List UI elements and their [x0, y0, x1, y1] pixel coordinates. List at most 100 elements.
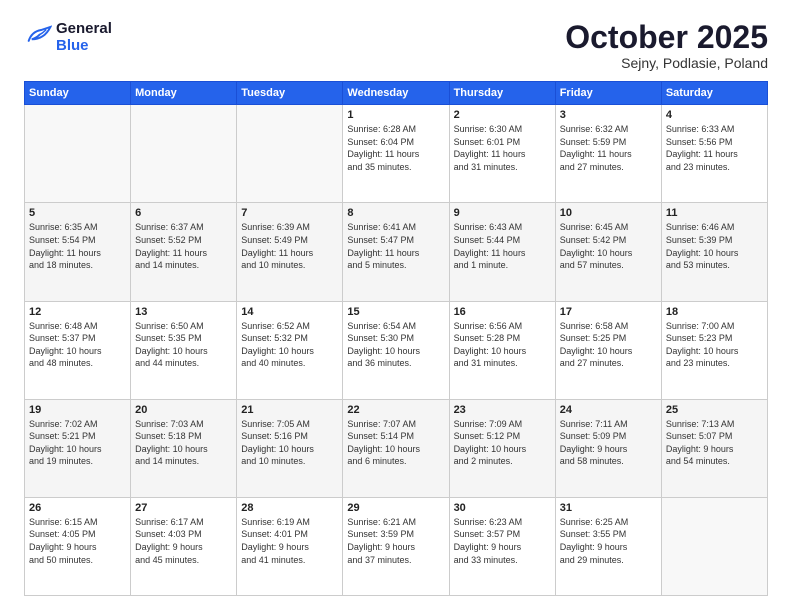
day-number: 29: [347, 502, 444, 514]
week-row-4: 19Sunrise: 7:02 AMSunset: 5:21 PMDayligh…: [25, 399, 768, 497]
calendar-cell: 6 Sunrise: 6:37 AMSunset: 5:52 PMDaylight…: [131, 203, 237, 301]
day-number: 18: [666, 306, 763, 318]
day-number: 3: [560, 109, 657, 121]
day-info: Sunrise: 6:32 AMSunset: 5:59 PMDaylight:…: [560, 123, 657, 173]
calendar-cell: 25 Sunrise: 7:13 AMSunset: 5:07 PMDayligh…: [661, 399, 767, 497]
day-number: 13: [135, 306, 232, 318]
day-info: Sunrise: 7:00 AMSunset: 5:23 PMDaylight:…: [666, 320, 763, 370]
day-info: Sunrise: 7:11 AMSunset: 5:09 PMDaylight:…: [560, 418, 657, 468]
day-info: Sunrise: 6:37 AMSunset: 5:52 PMDaylight:…: [135, 221, 232, 271]
calendar-cell: 15Sunrise: 6:54 AMSunset: 5:30 PMDayligh…: [343, 301, 449, 399]
week-row-5: 26 Sunrise: 6:15 AMSunset: 4:05 PMDayligh…: [25, 497, 768, 595]
logo-text: General Blue: [56, 20, 112, 55]
calendar-cell: 8 Sunrise: 6:41 AMSunset: 5:47 PMDaylight…: [343, 203, 449, 301]
calendar-cell: 12 Sunrise: 6:48 AMSunset: 5:37 PMDayligh…: [25, 301, 131, 399]
day-number: 12: [29, 306, 126, 318]
day-info: Sunrise: 6:33 AMSunset: 5:56 PMDaylight:…: [666, 123, 763, 173]
calendar-cell: 18 Sunrise: 7:00 AMSunset: 5:23 PMDayligh…: [661, 301, 767, 399]
day-number: 30: [454, 502, 551, 514]
weekday-tuesday: Tuesday: [237, 82, 343, 105]
calendar-cell: 24 Sunrise: 7:11 AMSunset: 5:09 PMDayligh…: [555, 399, 661, 497]
day-number: 9: [454, 207, 551, 219]
calendar-table: SundayMondayTuesdayWednesdayThursdayFrid…: [24, 81, 768, 596]
calendar-cell: 10 Sunrise: 6:45 AMSunset: 5:42 PMDayligh…: [555, 203, 661, 301]
day-info: Sunrise: 6:45 AMSunset: 5:42 PMDaylight:…: [560, 221, 657, 271]
calendar-cell: [237, 105, 343, 203]
location-subtitle: Sejny, Podlasie, Poland: [565, 55, 768, 71]
day-info: Sunrise: 6:15 AMSunset: 4:05 PMDaylight:…: [29, 516, 126, 566]
logo-icon: [24, 25, 52, 49]
day-info: Sunrise: 6:25 AMSunset: 3:55 PMDaylight:…: [560, 516, 657, 566]
title-block: October 2025 Sejny, Podlasie, Poland: [565, 20, 768, 71]
page: General Blue October 2025 Sejny, Podlasi…: [0, 0, 792, 612]
weekday-thursday: Thursday: [449, 82, 555, 105]
day-number: 2: [454, 109, 551, 121]
calendar-cell: 9Sunrise: 6:43 AMSunset: 5:44 PMDaylight…: [449, 203, 555, 301]
calendar-cell: 7 Sunrise: 6:39 AMSunset: 5:49 PMDaylight…: [237, 203, 343, 301]
header: General Blue October 2025 Sejny, Podlasi…: [24, 20, 768, 71]
calendar-cell: 16Sunrise: 6:56 AMSunset: 5:28 PMDayligh…: [449, 301, 555, 399]
calendar-cell: 14 Sunrise: 6:52 AMSunset: 5:32 PMDayligh…: [237, 301, 343, 399]
day-info: Sunrise: 6:35 AMSunset: 5:54 PMDaylight:…: [29, 221, 126, 271]
day-number: 4: [666, 109, 763, 121]
day-number: 14: [241, 306, 338, 318]
day-number: 7: [241, 207, 338, 219]
day-number: 10: [560, 207, 657, 219]
day-info: Sunrise: 6:58 AMSunset: 5:25 PMDaylight:…: [560, 320, 657, 370]
weekday-monday: Monday: [131, 82, 237, 105]
calendar-cell: 20 Sunrise: 7:03 AMSunset: 5:18 PMDayligh…: [131, 399, 237, 497]
calendar-cell: 2 Sunrise: 6:30 AMSunset: 6:01 PMDaylight…: [449, 105, 555, 203]
calendar-cell: 11 Sunrise: 6:46 AMSunset: 5:39 PMDayligh…: [661, 203, 767, 301]
day-number: 24: [560, 404, 657, 416]
day-number: 16: [454, 306, 551, 318]
day-info: Sunrise: 6:39 AMSunset: 5:49 PMDaylight:…: [241, 221, 338, 271]
day-info: Sunrise: 6:46 AMSunset: 5:39 PMDaylight:…: [666, 221, 763, 271]
day-info: Sunrise: 7:09 AMSunset: 5:12 PMDaylight:…: [454, 418, 551, 468]
day-number: 23: [454, 404, 551, 416]
day-info: Sunrise: 7:13 AMSunset: 5:07 PMDaylight:…: [666, 418, 763, 468]
calendar-cell: 27Sunrise: 6:17 AMSunset: 4:03 PMDayligh…: [131, 497, 237, 595]
day-info: Sunrise: 6:23 AMSunset: 3:57 PMDaylight:…: [454, 516, 551, 566]
day-info: Sunrise: 6:54 AMSunset: 5:30 PMDaylight:…: [347, 320, 444, 370]
day-info: Sunrise: 6:48 AMSunset: 5:37 PMDaylight:…: [29, 320, 126, 370]
day-info: Sunrise: 6:21 AMSunset: 3:59 PMDaylight:…: [347, 516, 444, 566]
day-number: 17: [560, 306, 657, 318]
day-number: 11: [666, 207, 763, 219]
weekday-wednesday: Wednesday: [343, 82, 449, 105]
day-info: Sunrise: 6:17 AMSunset: 4:03 PMDaylight:…: [135, 516, 232, 566]
day-number: 8: [347, 207, 444, 219]
day-number: 25: [666, 404, 763, 416]
day-number: 28: [241, 502, 338, 514]
calendar-cell: 4 Sunrise: 6:33 AMSunset: 5:56 PMDaylight…: [661, 105, 767, 203]
day-info: Sunrise: 6:52 AMSunset: 5:32 PMDaylight:…: [241, 320, 338, 370]
calendar-cell: 29 Sunrise: 6:21 AMSunset: 3:59 PMDayligh…: [343, 497, 449, 595]
day-number: 5: [29, 207, 126, 219]
calendar-cell: 5 Sunrise: 6:35 AMSunset: 5:54 PMDaylight…: [25, 203, 131, 301]
weekday-header-row: SundayMondayTuesdayWednesdayThursdayFrid…: [25, 82, 768, 105]
day-number: 20: [135, 404, 232, 416]
calendar-cell: [25, 105, 131, 203]
calendar-cell: 1Sunrise: 6:28 AMSunset: 6:04 PMDaylight…: [343, 105, 449, 203]
calendar-cell: 19Sunrise: 7:02 AMSunset: 5:21 PMDayligh…: [25, 399, 131, 497]
day-number: 26: [29, 502, 126, 514]
calendar-cell: 26 Sunrise: 6:15 AMSunset: 4:05 PMDayligh…: [25, 497, 131, 595]
day-info: Sunrise: 6:30 AMSunset: 6:01 PMDaylight:…: [454, 123, 551, 173]
day-info: Sunrise: 6:41 AMSunset: 5:47 PMDaylight:…: [347, 221, 444, 271]
calendar-cell: [661, 497, 767, 595]
month-title: October 2025: [565, 20, 768, 55]
calendar-cell: 17 Sunrise: 6:58 AMSunset: 5:25 PMDayligh…: [555, 301, 661, 399]
day-number: 31: [560, 502, 657, 514]
day-info: Sunrise: 7:05 AMSunset: 5:16 PMDaylight:…: [241, 418, 338, 468]
calendar-cell: 28 Sunrise: 6:19 AMSunset: 4:01 PMDayligh…: [237, 497, 343, 595]
calendar-cell: 13Sunrise: 6:50 AMSunset: 5:35 PMDayligh…: [131, 301, 237, 399]
weekday-saturday: Saturday: [661, 82, 767, 105]
week-row-3: 12 Sunrise: 6:48 AMSunset: 5:37 PMDayligh…: [25, 301, 768, 399]
calendar-cell: 30 Sunrise: 6:23 AMSunset: 3:57 PMDayligh…: [449, 497, 555, 595]
day-number: 21: [241, 404, 338, 416]
day-number: 1: [347, 109, 444, 121]
day-info: Sunrise: 7:03 AMSunset: 5:18 PMDaylight:…: [135, 418, 232, 468]
day-info: Sunrise: 6:19 AMSunset: 4:01 PMDaylight:…: [241, 516, 338, 566]
calendar-cell: 22Sunrise: 7:07 AMSunset: 5:14 PMDayligh…: [343, 399, 449, 497]
day-number: 6: [135, 207, 232, 219]
week-row-1: 1Sunrise: 6:28 AMSunset: 6:04 PMDaylight…: [25, 105, 768, 203]
